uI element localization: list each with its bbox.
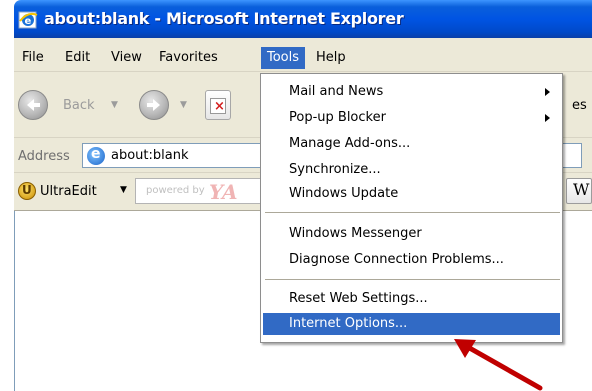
menu-item-label: Reset Web Settings...	[289, 291, 428, 306]
w-button-label: W	[573, 180, 590, 199]
ie-logo-icon: e	[18, 11, 38, 29]
submenu-arrow-icon	[545, 88, 550, 96]
menu-separator	[265, 212, 560, 213]
menu-edit[interactable]: Edit	[59, 47, 96, 69]
menu-bar: File Edit View Favorites Tools Help	[14, 38, 592, 72]
menu-item-label: Windows Update	[289, 186, 399, 201]
ultraedit-dropdown-icon[interactable]: ▼	[120, 185, 127, 195]
ultraedit-icon	[18, 182, 36, 200]
title-bar: e about:blank - Microsoft Internet Explo…	[14, 0, 592, 38]
forward-arrow-icon	[147, 99, 160, 111]
svg-text:e: e	[25, 16, 32, 27]
back-button[interactable]	[18, 90, 48, 120]
menu-help[interactable]: Help	[310, 47, 352, 69]
menu-item-diagnose-connection[interactable]: Diagnose Connection Problems...	[263, 249, 560, 271]
menu-item-label: Pop-up Blocker	[289, 110, 386, 125]
stop-icon: ×	[210, 98, 226, 114]
toolbar-trailing-label: es	[572, 98, 587, 113]
menu-item-reset-web-settings[interactable]: Reset Web Settings...	[263, 288, 560, 310]
menu-item-label: Diagnose Connection Problems...	[289, 252, 504, 267]
yahoo-logo: YA	[209, 180, 238, 204]
window-title: about:blank - Microsoft Internet Explore…	[44, 9, 404, 28]
back-label: Back	[63, 98, 95, 113]
yahoo-hint: powered by	[146, 185, 205, 196]
menu-item-label: Manage Add-ons...	[289, 136, 411, 151]
annotation-arrow-icon	[454, 339, 543, 391]
forward-button[interactable]	[139, 90, 169, 120]
menu-item-synchronize[interactable]: Synchronize...	[263, 159, 560, 181]
menu-favorites[interactable]: Favorites	[153, 47, 224, 69]
menu-item-label: Synchronize...	[289, 162, 381, 177]
menu-separator	[265, 279, 560, 280]
menu-item-mail-and-news[interactable]: Mail and News	[263, 81, 560, 103]
menu-item-label: Mail and News	[289, 84, 384, 99]
menu-item-label: Windows Messenger	[289, 226, 422, 241]
menu-file[interactable]: File	[16, 47, 50, 69]
menu-view[interactable]: View	[105, 47, 148, 69]
ultraedit-button[interactable]: UltraEdit	[40, 184, 97, 199]
ie-page-icon	[87, 146, 105, 165]
back-arrow-icon	[27, 99, 40, 111]
menu-item-label: Internet Options...	[289, 316, 408, 331]
menu-item-windows-update[interactable]: Windows Update	[263, 183, 560, 205]
tools-menu: Mail and News Pop-up Blocker Manage Add-…	[260, 73, 563, 343]
menu-item-popup-blocker[interactable]: Pop-up Blocker	[263, 107, 560, 129]
forward-dropdown-icon[interactable]: ▼	[180, 100, 187, 110]
menu-tools[interactable]: Tools	[261, 47, 306, 69]
yahoo-search-input[interactable]: powered by YA	[135, 178, 277, 204]
ie-window: e about:blank - Microsoft Internet Explo…	[0, 0, 592, 391]
address-label: Address	[18, 149, 70, 164]
address-value: about:blank	[111, 148, 189, 163]
w-button[interactable]: W	[566, 178, 592, 204]
menu-item-windows-messenger[interactable]: Windows Messenger	[263, 223, 560, 245]
back-dropdown-icon[interactable]: ▼	[111, 100, 118, 110]
menu-item-manage-addons[interactable]: Manage Add-ons...	[263, 133, 560, 155]
submenu-arrow-icon	[545, 114, 550, 122]
stop-button[interactable]: ×	[205, 90, 231, 120]
